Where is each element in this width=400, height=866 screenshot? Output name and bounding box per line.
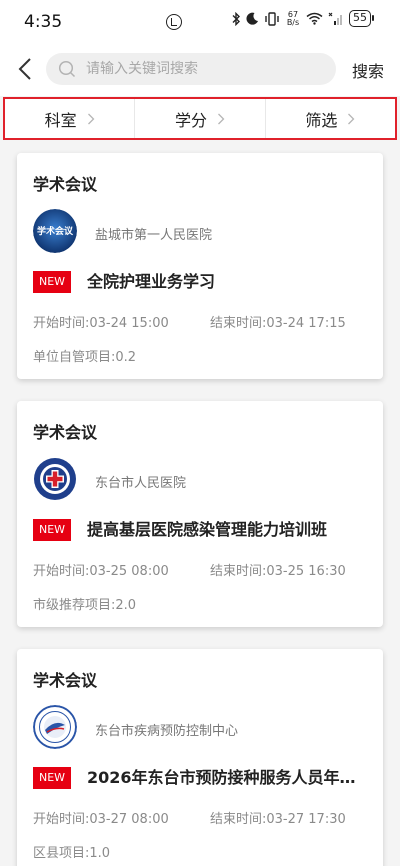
logo-text: 学术会议	[37, 225, 74, 237]
filter-label: 筛选	[305, 110, 338, 130]
search-bar: 搜索	[0, 44, 400, 96]
back-arrow-icon[interactable]	[14, 56, 38, 82]
end-time: 结束时间:03-25 16:30	[210, 564, 346, 579]
net-speed: 67 B/s	[286, 9, 300, 27]
org-logo: 学术会议	[33, 209, 77, 253]
end-time: 结束时间:03-27 17:30	[210, 812, 346, 827]
credit-info: 区县项目:1.0	[33, 846, 111, 861]
vpn-icon	[166, 14, 182, 30]
chevron-right-icon	[218, 113, 225, 124]
new-badge: NEW	[33, 767, 71, 789]
start-time: 开始时间:03-24 15:00	[33, 316, 169, 331]
filter-label: 学分	[174, 110, 207, 130]
bluetooth-icon	[232, 11, 240, 26]
conference-card[interactable]: 学术会议 东台市疾病预防控制中心 NEW 2026年东台市预防接种服务人员年度培…	[17, 649, 383, 866]
status-icons: 67 B/s 55	[232, 9, 374, 27]
filter-credit[interactable]: 学分	[135, 99, 266, 138]
chevron-right-icon	[348, 113, 355, 124]
hospital-logo-icon	[34, 458, 76, 500]
credit-info: 单位自管项目:0.2	[33, 350, 137, 365]
org-name: 盐城市第一人民医院	[95, 228, 213, 243]
org-name: 东台市人民医院	[95, 476, 187, 491]
start-time: 开始时间:03-25 08:00	[33, 564, 169, 579]
search-icon	[58, 60, 76, 78]
new-badge: NEW	[33, 519, 71, 541]
new-badge: NEW	[33, 271, 71, 293]
moon-icon	[246, 12, 258, 25]
status-bar: 4:35 67 B/s 55	[0, 0, 400, 44]
card-title: 提高基层医院感染管理能力培训班	[87, 520, 328, 539]
signal-icon	[328, 12, 342, 25]
conference-card[interactable]: 学术会议 学术会议 盐城市第一人民医院 NEW 全院护理业务学习 开始时间:03…	[17, 153, 383, 379]
card-title: 全院护理业务学习	[87, 272, 216, 291]
cdc-logo-icon	[33, 705, 77, 749]
org-name: 东台市疾病预防控制中心	[95, 724, 239, 739]
search-box[interactable]	[46, 53, 336, 85]
end-time: 结束时间:03-24 17:15	[210, 316, 346, 331]
vibrate-icon	[265, 11, 279, 26]
credit-info: 市级推荐项目:2.0	[33, 598, 137, 613]
card-type: 学术会议	[33, 423, 98, 442]
battery-icon: 55	[349, 10, 374, 27]
chevron-right-icon	[87, 113, 95, 124]
filter-bar: 科室 学分 筛选	[3, 97, 397, 140]
conference-card[interactable]: 学术会议 东台市人民医院 NEW 提高基层医院感染管理能力培训班 开始时间:03…	[17, 401, 383, 627]
filter-department[interactable]: 科室	[5, 99, 136, 138]
status-time: 4:35	[24, 12, 63, 32]
search-button[interactable]: 搜索	[352, 58, 384, 82]
wifi-icon	[306, 12, 323, 25]
filter-label: 科室	[44, 110, 77, 130]
card-type: 学术会议	[33, 671, 98, 690]
start-time: 开始时间:03-27 08:00	[33, 812, 169, 827]
card-type: 学术会议	[33, 175, 98, 194]
filter-more[interactable]: 筛选	[266, 99, 395, 138]
search-input[interactable]	[86, 53, 326, 85]
card-title: 2026年东台市预防接种服务人员年度培训	[87, 768, 371, 787]
